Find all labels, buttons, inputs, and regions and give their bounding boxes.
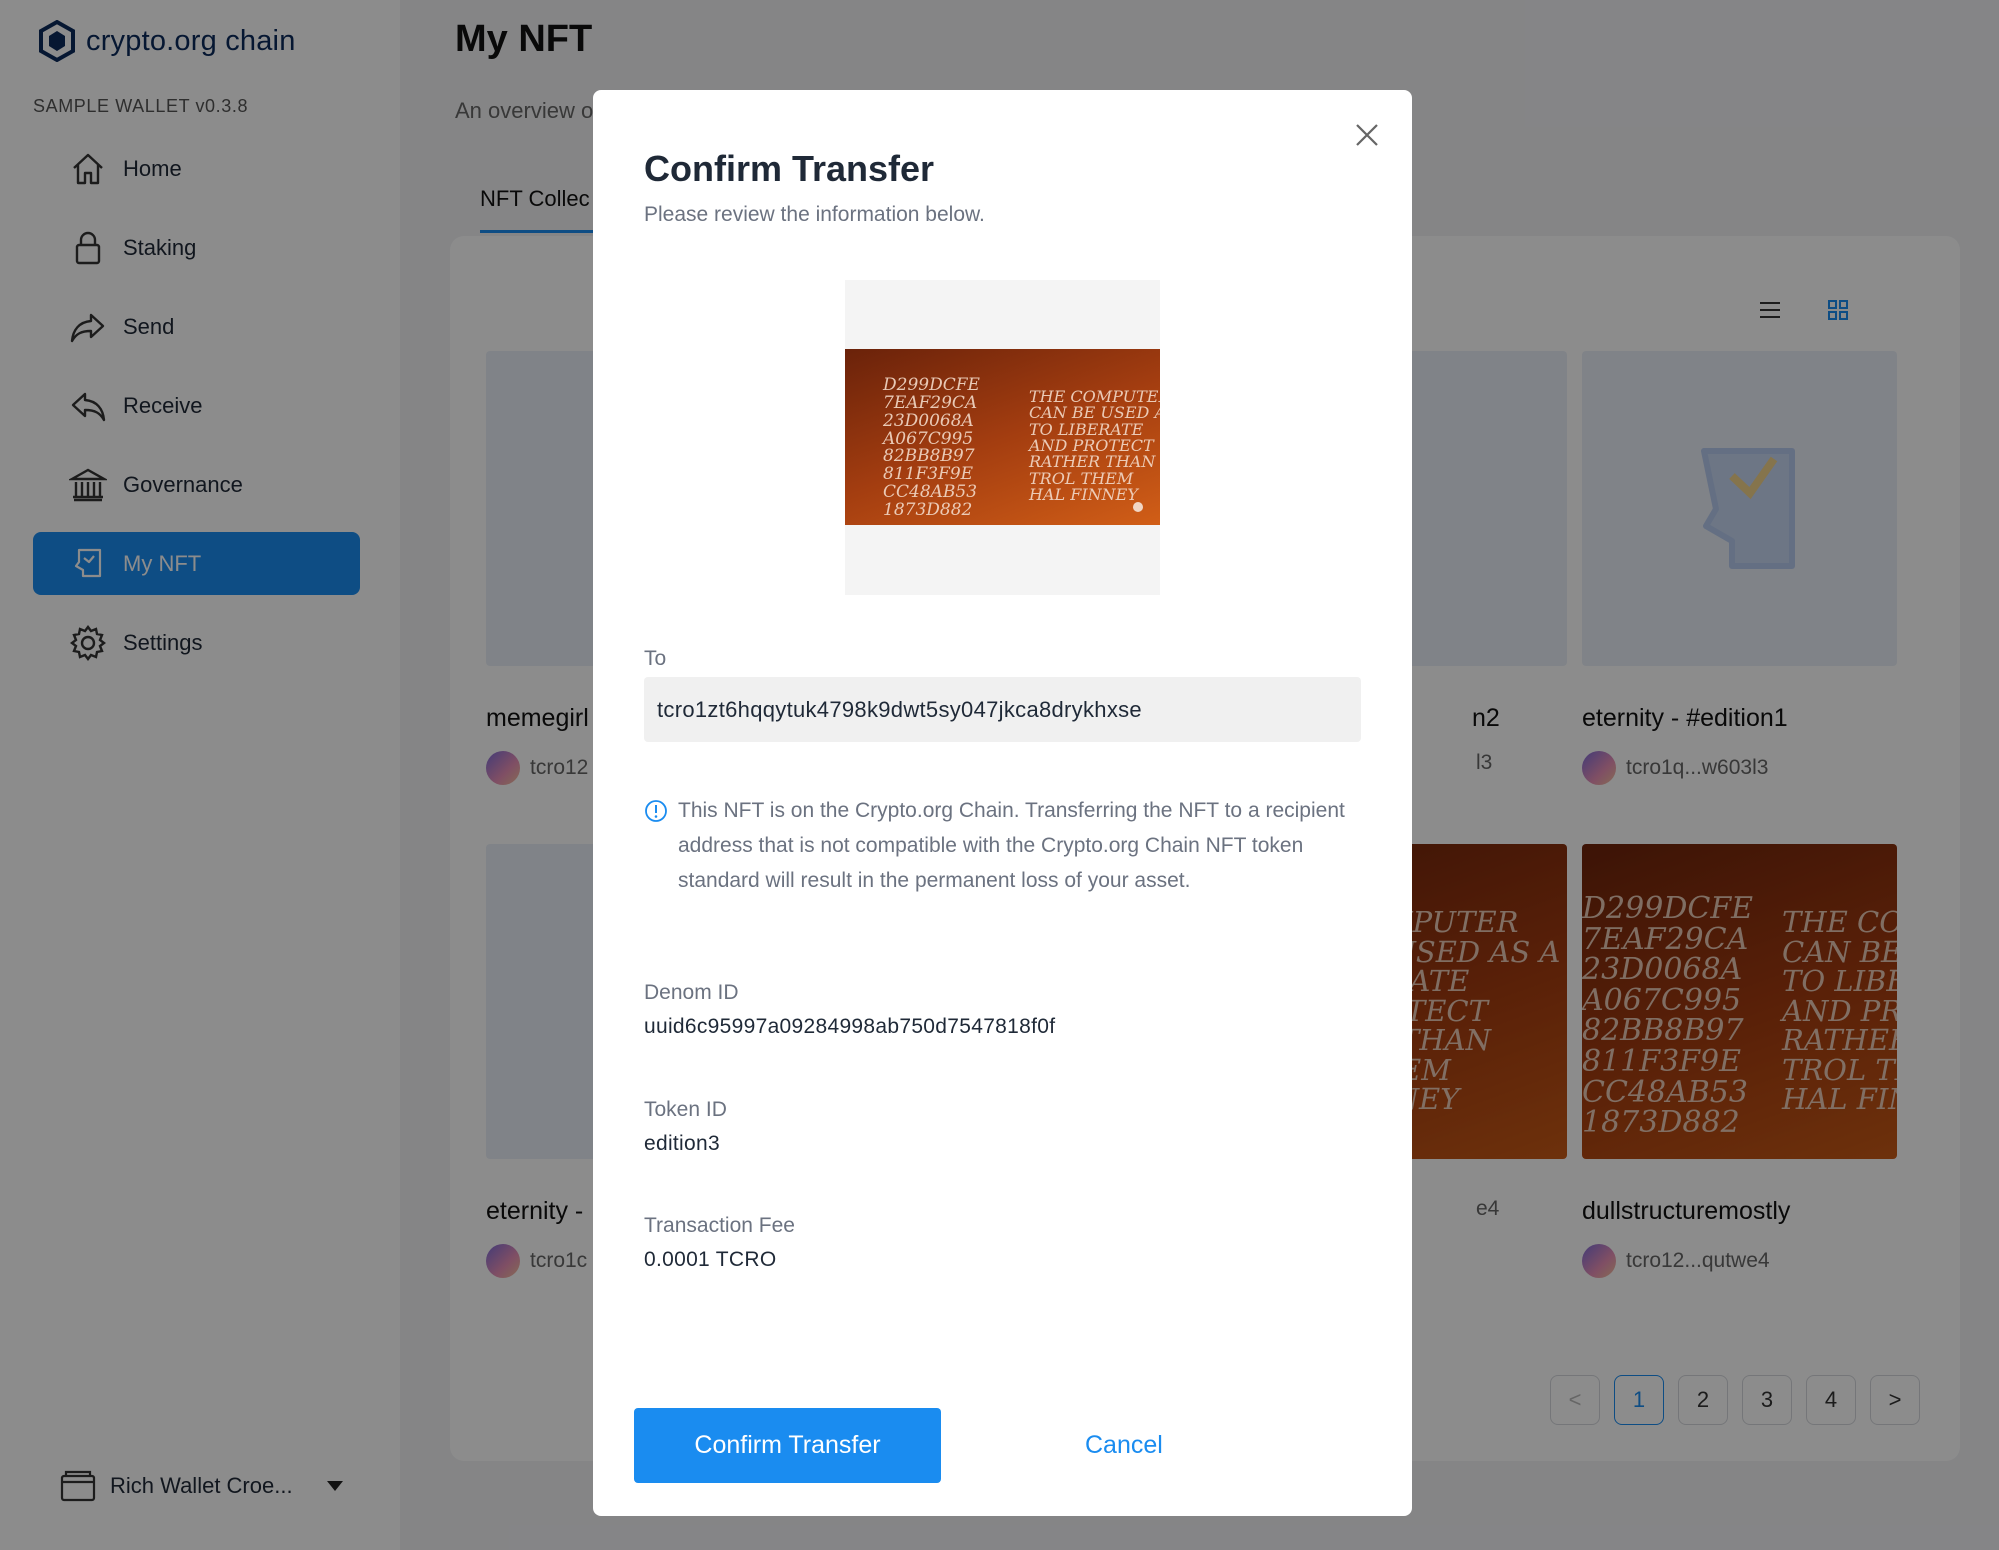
close-icon[interactable] xyxy=(1354,122,1380,148)
modal-title: Confirm Transfer xyxy=(644,148,935,189)
warning-text: This NFT is on the Crypto.org Chain. Tra… xyxy=(678,799,1345,892)
transaction-fee-value: 0.0001 TCRO xyxy=(644,1248,777,1271)
crypto-org-badge-icon xyxy=(1133,502,1143,512)
recipient-address-field[interactable]: tcro1zt6hqqytuk4798k9dwt5sy047jkca8drykh… xyxy=(644,677,1361,742)
transfer-warning: This NFT is on the Crypto.org Chain. Tra… xyxy=(644,793,1364,898)
cancel-button[interactable]: Cancel xyxy=(1085,1408,1163,1483)
info-icon xyxy=(645,800,667,822)
transaction-fee-label: Transaction Fee xyxy=(644,1214,795,1237)
confirm-transfer-modal: Confirm Transfer Please review the infor… xyxy=(593,90,1412,1516)
denom-id-value: uuid6c95997a09284998ab750d7547818f0f xyxy=(644,1015,1056,1038)
nft-preview-image: D299DCFE 7EAF29CA 23D0068A A067C995 82BB… xyxy=(845,349,1160,525)
confirm-transfer-button[interactable]: Confirm Transfer xyxy=(634,1408,941,1483)
nft-preview: D299DCFE 7EAF29CA 23D0068A A067C995 82BB… xyxy=(845,280,1160,595)
artwork-script-right: THE COMPUTER CAN BE USED AS A TO LIBERAT… xyxy=(1029,387,1160,504)
token-id-value: edition3 xyxy=(644,1132,720,1155)
modal-subtitle: Please review the information below. xyxy=(644,203,985,226)
token-id-label: Token ID xyxy=(644,1098,727,1121)
denom-id-label: Denom ID xyxy=(644,981,739,1004)
artwork-script-left: D299DCFE 7EAF29CA 23D0068A A067C995 82BB… xyxy=(883,375,980,520)
to-label: To xyxy=(644,647,667,670)
